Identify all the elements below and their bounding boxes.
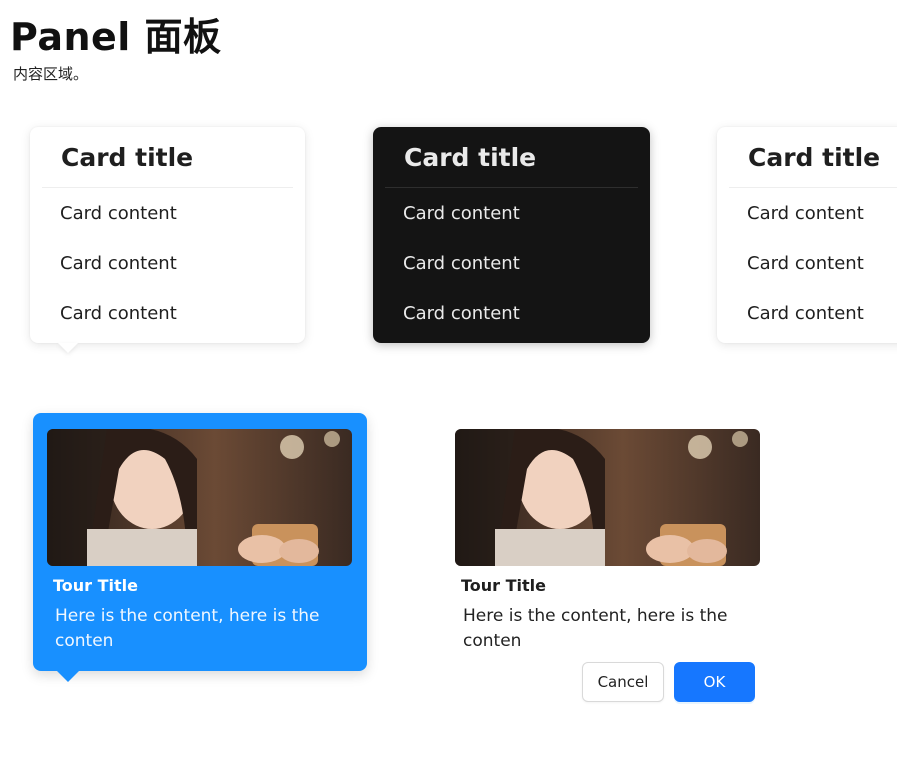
ok-button[interactable]: OK <box>674 662 755 702</box>
card-content-row: Card content <box>60 253 177 274</box>
page-title: Panel 面板 <box>10 15 222 59</box>
tour-description: Here is the content, here is the conten <box>55 606 320 651</box>
card-content-row: Card content <box>747 203 864 224</box>
tour-title: Tour Title <box>461 576 547 595</box>
card-divider <box>729 187 897 188</box>
card-title: Card title <box>404 143 537 172</box>
card-divider <box>42 187 293 188</box>
panel-card-dark: Card title Card content Card content Car… <box>373 127 650 343</box>
card-content-row: Card content <box>403 203 520 224</box>
tour-cover-image <box>455 429 760 566</box>
card-content-row: Card content <box>60 303 177 324</box>
card-title: Card title <box>61 143 194 172</box>
card-divider <box>385 187 638 188</box>
card-content-row: Card content <box>747 253 864 274</box>
tour-cover-image <box>47 429 352 566</box>
panel-card-light: Card title Card content Card content Car… <box>717 127 897 343</box>
tour-panel-primary: Tour Title Here is the content, here is … <box>33 413 367 671</box>
card-content-row: Card content <box>403 303 520 324</box>
card-content-row: Card content <box>403 253 520 274</box>
cancel-button[interactable]: Cancel <box>582 662 664 702</box>
tour-arrow <box>57 671 79 682</box>
tour-description: Here is the content, here is the conten <box>463 606 728 651</box>
card-title: Card title <box>748 143 881 172</box>
panel-card-light: Card title Card content Card content Car… <box>30 127 305 343</box>
page-subtitle: 内容区域。 <box>13 65 89 83</box>
tour-title: Tour Title <box>53 576 139 595</box>
card-arrow <box>58 343 78 353</box>
card-content-row: Card content <box>60 203 177 224</box>
card-content-row: Card content <box>747 303 864 324</box>
